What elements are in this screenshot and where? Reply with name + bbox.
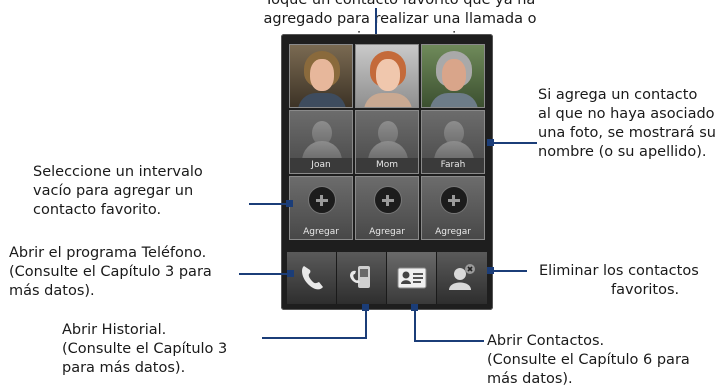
delete-contact-icon	[449, 264, 475, 290]
add-favorite-slot-2[interactable]: Agregar	[355, 176, 419, 240]
callout-line-empty-slot	[249, 203, 287, 205]
annotation-line: vacío para agregar un	[33, 183, 194, 199]
annotation-contacts: Abrir Contactos. (Consulte el Capítulo 6…	[487, 332, 717, 389]
contacts-button[interactable]	[387, 252, 437, 304]
callout-dot	[287, 270, 294, 277]
history-icon	[350, 266, 370, 288]
contact-name: Farah	[422, 158, 484, 173]
add-label: Agregar	[369, 227, 405, 237]
annotation-line: favoritos.	[611, 282, 680, 298]
annotation-phone-program: Abrir el programa Teléfono. (Consulte el…	[9, 244, 239, 301]
contacts-card-icon	[397, 267, 427, 289]
callout-line-contacts-h	[414, 340, 484, 342]
annotation-line: Abrir Historial.	[62, 322, 167, 338]
annotation-line: contacto favorito.	[33, 202, 162, 218]
delete-favorites-button[interactable]	[437, 252, 487, 304]
annotation-line: al que no haya asociado	[538, 106, 715, 122]
favorite-contact-farah[interactable]: Farah	[421, 110, 485, 174]
annotation-line: Seleccione un intervalo	[33, 164, 203, 180]
callout-line-history-v	[365, 308, 367, 338]
add-favorite-slot-3[interactable]: Agregar	[421, 176, 485, 240]
annotation-line: más datos).	[487, 371, 573, 387]
favorite-contact-joan[interactable]: Joan	[289, 110, 353, 174]
annotation-line: una foto, se mostrará su	[538, 125, 716, 141]
add-plus-icon	[308, 186, 336, 214]
callout-dot	[487, 267, 494, 274]
callout-line-delete	[493, 270, 527, 272]
callout-line-phone	[239, 273, 288, 275]
annotation-line: para más datos).	[62, 360, 186, 376]
callout-line-contacts-v	[414, 308, 416, 341]
annotation-empty-slot: Seleccione un intervalo vacío para agreg…	[33, 163, 248, 220]
annotation-line: más datos).	[9, 283, 95, 299]
annotation-history: Abrir Historial. (Consulte el Capítulo 3…	[62, 321, 272, 378]
annotation-line: (Consulte el Capítulo 3 para	[9, 264, 212, 280]
annotation-delete: Eliminar los contactos favoritos.	[539, 262, 719, 300]
history-button[interactable]	[337, 252, 387, 304]
annotation-line: Si agrega un contacto	[538, 87, 698, 103]
add-label: Agregar	[435, 227, 471, 237]
favorite-contact-mom[interactable]: Mom	[355, 110, 419, 174]
add-plus-icon	[374, 186, 402, 214]
contact-name: Mom	[356, 158, 418, 173]
callout-line-history-h	[262, 337, 367, 339]
favorite-contact-photo-2[interactable]	[355, 44, 419, 108]
favorite-contact-photo-1[interactable]	[289, 44, 353, 108]
phone-icon	[302, 266, 323, 290]
add-label: Agregar	[303, 227, 339, 237]
add-plus-icon	[440, 186, 468, 214]
callout-line-no-photo	[493, 142, 537, 144]
annotation-line: Abrir Contactos.	[487, 333, 605, 349]
annotation-no-photo: Si agrega un contacto al que no haya aso…	[538, 86, 723, 162]
favorites-toolbar	[287, 252, 487, 304]
favorites-panel: Joan Mom Farah Agregar Agregar Agregar	[281, 34, 493, 310]
annotation-line: (Consulte el Capítulo 3	[62, 341, 228, 357]
annotation-line: nombre (o su apellido).	[538, 144, 707, 160]
annotation-line: Eliminar los contactos	[539, 263, 699, 279]
phone-button[interactable]	[287, 252, 337, 304]
add-favorite-slot-1[interactable]: Agregar	[289, 176, 353, 240]
favorite-contact-photo-3[interactable]	[421, 44, 485, 108]
annotation-line: Abrir el programa Teléfono.	[9, 245, 207, 261]
callout-dot	[286, 200, 293, 207]
annotation-line: (Consulte el Capítulo 6 para	[487, 352, 690, 368]
contact-name: Joan	[290, 158, 352, 173]
